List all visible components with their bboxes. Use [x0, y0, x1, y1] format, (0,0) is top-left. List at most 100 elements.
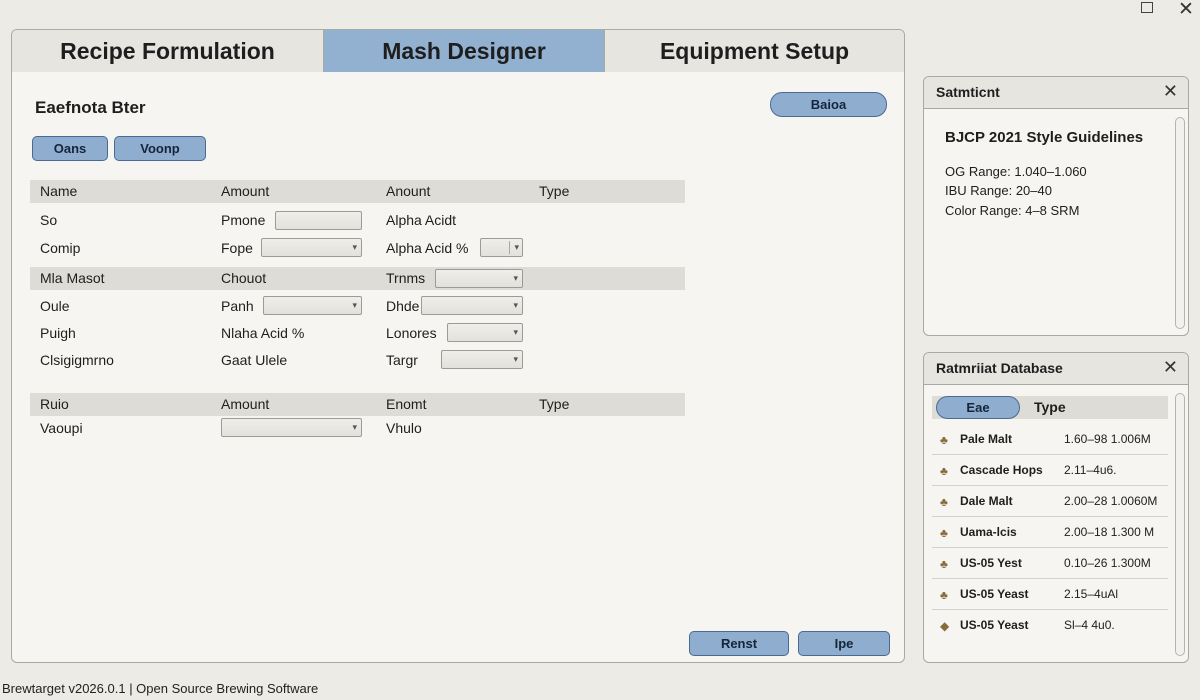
field-label: Targr [386, 352, 418, 368]
close-icon[interactable]: ✕ [1178, 0, 1194, 21]
action-button-1[interactable]: Oans [32, 136, 108, 161]
grain-icon: ♣ [940, 495, 948, 509]
tab-mash-designer[interactable]: Mash Designer [323, 30, 604, 72]
scrollbar[interactable] [1175, 117, 1185, 329]
table-header: Ruio Amount Enomt Type [30, 393, 685, 416]
ingredient-name: Cascade Hops [960, 463, 1043, 477]
main-panel: Recipe Formulation Mash Designer Equipme… [11, 29, 905, 663]
ingredient-specs: 2.15–4uAl [1064, 587, 1119, 601]
panel-title: Eaefnota Bter [35, 98, 146, 117]
field-label: Gaat Ulele [221, 352, 288, 368]
row-label: Oule [40, 298, 70, 314]
row-label: Clsigigmrno [40, 352, 114, 368]
type-select[interactable]: ▾ [261, 238, 362, 257]
panel-header: Satmticnt ✕ [924, 77, 1188, 109]
ibu-range: IBU Range: 20–40 [945, 183, 1052, 198]
list-item[interactable]: ♣ US-05 Yeast 2.15–4uAl [932, 579, 1168, 610]
row-label: Comip [40, 240, 81, 256]
ingredient-name: US-05 Yeast [960, 618, 1029, 632]
row-label: Vaoupi [40, 420, 83, 436]
ingredient-name: US-05 Yeast [960, 587, 1029, 601]
field-label: Nlaha Acid % [221, 325, 305, 341]
yeast-icon: ♣ [940, 588, 948, 602]
maximize-icon[interactable] [1141, 2, 1153, 13]
action-button-2[interactable]: Voonp [114, 136, 206, 161]
dropdown-arrow-icon: ▾ [352, 422, 357, 432]
hop-icon: ♣ [940, 526, 948, 540]
filter-button[interactable]: Eae [936, 396, 1020, 419]
tab-bar: Recipe Formulation Mash Designer Equipme… [12, 30, 904, 72]
row-label: Puigh [40, 325, 76, 341]
top-action-button[interactable]: Baioa [770, 92, 887, 117]
ingredient-specs: 1.60–98 1.006M [1064, 432, 1151, 446]
field-label: Dhde [386, 298, 420, 314]
dropdown-arrow-icon: ▾ [513, 354, 518, 364]
status-bar: Brewtarget v2026.0.1 | Open Source Brewi… [2, 681, 319, 696]
list-item[interactable]: ◆ US-05 Yeast Sl–4 4u0. [932, 610, 1168, 641]
alpha-acid-spinner[interactable]: ▾ [480, 238, 523, 257]
field-label: Alpha Acidt [386, 212, 457, 228]
close-icon[interactable]: ✕ [1163, 357, 1178, 378]
column-header-type: Type [1034, 399, 1066, 415]
column-header-amount: Amount [221, 396, 270, 412]
list-item[interactable]: ♣ Uama-lcis 2.00–18 1.300 M [932, 517, 1168, 548]
tab-equipment-setup[interactable]: Equipment Setup [604, 30, 904, 72]
ingredient-name: Dale Malt [960, 494, 1013, 508]
type-select[interactable]: ▾ [447, 323, 523, 342]
field-label: Alpha Acid % [386, 240, 469, 256]
ingredient-specs: Sl–4 4u0. [1064, 618, 1115, 632]
amount-select[interactable]: ▾ [263, 296, 362, 315]
field-label: Pmone [221, 212, 266, 228]
list-item[interactable]: ♣ US-05 Yest 0.10–26 1.300M [932, 548, 1168, 579]
column-header-type: Type [539, 183, 570, 199]
list-item[interactable]: ♣ Dale Malt 2.00–28 1.0060M [932, 486, 1168, 517]
color-range: Color Range: 4–8 SRM [945, 203, 1080, 218]
reset-button[interactable]: Renst [689, 631, 789, 656]
column-header-amount: Chouot [221, 270, 267, 286]
ingredient-database-panel: Ratmriiat Database ✕ Eae Type ♣ Pale Mal… [923, 352, 1189, 663]
ingredient-specs: 2.00–18 1.300 M [1064, 525, 1155, 539]
ingredient-specs: 2.00–28 1.0060M [1064, 494, 1158, 508]
dropdown-arrow-icon: ▾ [352, 300, 357, 310]
hop-icon: ♣ [940, 464, 948, 478]
ingredient-specs: 0.10–26 1.300M [1064, 556, 1151, 570]
yeast-icon: ◆ [940, 619, 950, 633]
ingredient-specs: 2.11–4u6. [1064, 463, 1117, 477]
scrollbar[interactable] [1175, 393, 1185, 656]
yeast-icon: ♣ [940, 557, 948, 571]
list-item[interactable]: ♣ Pale Malt 1.60–98 1.006M [932, 424, 1168, 455]
table-header: Name Amount Anount Type [30, 180, 685, 203]
column-header-type: Trnms [386, 270, 426, 286]
style-guide-heading: BJCP 2021 Style Guidelines [945, 129, 1144, 146]
og-range: OG Range: 1.040–1.060 [945, 164, 1087, 179]
close-icon[interactable]: ✕ [1163, 81, 1178, 102]
type-select[interactable]: ▾ [435, 269, 523, 288]
panel-title: Satmticnt [936, 84, 1000, 100]
amount-select[interactable]: ▾ [221, 418, 362, 437]
style-guidelines-panel: Satmticnt ✕ BJCP 2021 Style Guidelines O… [923, 76, 1189, 336]
apply-button[interactable]: Ipe [798, 631, 890, 656]
panel-title: Ratmriiat Database [936, 360, 1063, 376]
target-select[interactable]: ▾ [441, 350, 523, 369]
dropdown-arrow-icon: ▾ [513, 300, 518, 310]
grain-icon: ♣ [940, 433, 948, 447]
amount-input[interactable] [275, 211, 362, 230]
column-header-name: Ruio [40, 396, 69, 412]
dropdown-arrow-icon: ▾ [513, 327, 518, 337]
column-header-amount: Amount [221, 183, 270, 199]
dropdown-arrow-icon: ▾ [352, 242, 357, 252]
panel-header: Ratmriiat Database ✕ [924, 353, 1188, 385]
column-header-type: Type [539, 396, 570, 412]
tab-recipe-formulation[interactable]: Recipe Formulation [12, 30, 323, 72]
field-label: Fope [221, 240, 253, 256]
column-header-name: Name [40, 183, 78, 199]
column-header-amount-2: Anount [386, 183, 431, 199]
list-item[interactable]: ♣ Cascade Hops 2.11–4u6. [932, 455, 1168, 486]
dropdown-arrow-icon: ▾ [513, 273, 518, 283]
ingredient-name: Uama-lcis [960, 525, 1017, 539]
dropdown-arrow-icon: ▾ [514, 242, 519, 252]
table-header: Mla Masot Chouot Trnms [30, 267, 685, 290]
ingredient-name: US-05 Yest [960, 556, 1022, 570]
type-select[interactable]: ▾ [421, 296, 523, 315]
column-header-amount-2: Enomt [386, 396, 427, 412]
